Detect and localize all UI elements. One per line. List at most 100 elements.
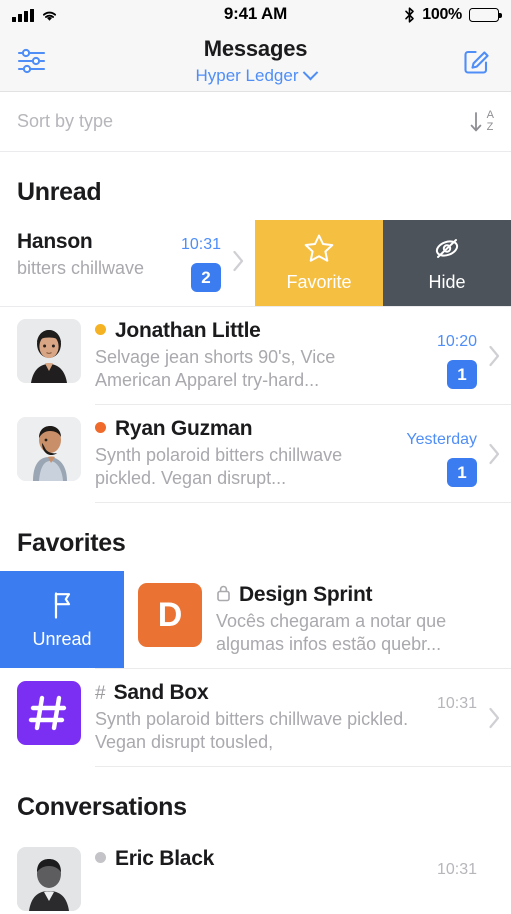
swipe-actions-hanson: Favorite Hide xyxy=(255,220,511,306)
row-content-jonathan[interactable]: Jonathan Little Selvage jean shorts 90's… xyxy=(0,307,511,404)
hash-prefix-icon: # xyxy=(95,683,106,705)
avatar xyxy=(17,847,81,912)
table-row[interactable]: Hanson bitters chillwave 10:31 2 Favorit… xyxy=(0,220,511,306)
timestamp: 10:31 xyxy=(180,236,221,253)
star-outline-icon xyxy=(304,234,334,262)
row-title-line: Design Sprint xyxy=(216,583,501,607)
row-content-sandbox[interactable]: # Sand Box Synth polaroid bitters chillw… xyxy=(0,669,511,766)
section-header-conversations: Conversations xyxy=(17,793,187,822)
row-content-eric[interactable]: Eric Black 10:31 xyxy=(0,835,511,914)
status-bar-clock: 9:41 AM xyxy=(223,4,288,23)
table-row[interactable]: # Sand Box Synth polaroid bitters chillw… xyxy=(0,669,511,767)
battery-full-icon xyxy=(469,8,502,22)
row-title-line: # Sand Box xyxy=(95,681,413,705)
row-meta-hanson: 10:31 2 xyxy=(167,230,221,292)
swipe-action-hide[interactable]: Hide xyxy=(383,220,511,306)
table-row[interactable]: Jonathan Little Selvage jean shorts 90's… xyxy=(0,307,511,405)
chevron-down-icon xyxy=(302,64,318,80)
avatar xyxy=(17,417,81,482)
row-title-line: Ryan Guzman xyxy=(95,417,396,441)
unread-badge: 1 xyxy=(447,360,477,389)
timestamp: 10:31 xyxy=(436,861,477,879)
messages-app-screen: 9:41 AM 100% Messages Hyper Ledger Sort … xyxy=(0,0,511,914)
row-text-jonathan: Jonathan Little Selvage jean shorts 90's… xyxy=(95,319,423,392)
message-snippet: bitters chillwave xyxy=(17,258,145,278)
swipe-action-label: Favorite xyxy=(286,272,352,292)
row-meta-ryan: Yesterday 1 xyxy=(406,417,477,490)
swipe-action-label: Hide xyxy=(428,272,466,292)
avatar-letter: D xyxy=(157,595,183,634)
row-text-eric: Eric Black xyxy=(95,847,423,911)
disclosure-chevron-icon xyxy=(477,681,511,754)
avatar-photo-man-suit xyxy=(17,847,81,912)
filter-sliders-icon xyxy=(17,48,46,73)
disclosure-chevron-icon xyxy=(477,847,511,911)
sort-bar[interactable]: Sort by type A Z xyxy=(0,92,511,152)
unread-badge: 2 xyxy=(191,263,221,292)
row-meta-eric: 10:31 xyxy=(423,847,477,911)
conversation-name: Design Sprint xyxy=(239,583,373,607)
swipe-action-unread[interactable]: Unread xyxy=(0,571,124,669)
status-dot-icon xyxy=(95,852,106,864)
avatar xyxy=(17,319,81,383)
message-snippet: Synth polaroid bitters chillwave pickled… xyxy=(95,445,343,489)
conversation-name: Ryan Guzman xyxy=(115,417,253,441)
compose-button[interactable] xyxy=(459,43,495,79)
avatar-photo-man-dark-shirt xyxy=(17,319,81,383)
conversation-name: Sand Box xyxy=(113,681,209,705)
sort-label-z: Z xyxy=(486,120,494,133)
flag-outline-icon xyxy=(54,592,70,619)
message-snippet: Vocês chegaram a notar que algumas infos… xyxy=(216,611,447,655)
timestamp: 10:31 xyxy=(436,695,477,713)
navigation-bar: Messages Hyper Ledger xyxy=(0,30,511,92)
conversation-name: Eric Black xyxy=(115,847,215,871)
row-meta-jonathan: 10:20 1 xyxy=(423,319,477,392)
status-dot-icon xyxy=(95,324,106,335)
row-content-ryan[interactable]: Ryan Guzman Synth polaroid bitters chill… xyxy=(0,405,511,502)
workspace-selector[interactable]: Hyper Ledger xyxy=(195,64,318,85)
section-header-favorites: Favorites xyxy=(17,529,126,558)
disclosure-chevron-icon xyxy=(477,417,511,490)
table-row[interactable]: Eric Black 10:31 xyxy=(0,835,511,914)
compose-edit-icon xyxy=(464,50,489,74)
disclosure-chevron-icon xyxy=(221,230,255,292)
sort-az-button[interactable]: A Z xyxy=(468,109,494,135)
row-text-sandbox: # Sand Box Synth polaroid bitters chillw… xyxy=(95,681,423,754)
swipe-action-label: Unread xyxy=(32,628,92,649)
unread-badge: 1 xyxy=(447,458,477,488)
sort-placeholder-label: Sort by type xyxy=(17,111,114,131)
hash-icon xyxy=(28,695,67,731)
avatar: D xyxy=(138,583,202,648)
swipe-action-favorite[interactable]: Favorite xyxy=(255,220,383,306)
section-header-unread: Unread xyxy=(17,178,102,206)
sort-az-labels: A Z xyxy=(486,109,494,133)
sort-az-descending-icon xyxy=(470,111,481,131)
table-row[interactable]: Ryan Guzman Synth polaroid bitters chill… xyxy=(0,405,511,503)
row-title-line: Jonathan Little xyxy=(95,319,413,343)
row-content-design-sprint[interactable]: D Design Sprint Vocês chegaram a notar q… xyxy=(124,571,511,668)
lock-icon xyxy=(216,584,231,607)
avatar-photo-man-beard-profile xyxy=(17,417,81,482)
timestamp: Yesterday xyxy=(406,431,477,449)
filter-sliders-button[interactable] xyxy=(16,43,56,79)
status-bar: 9:41 AM 100% xyxy=(0,0,511,30)
eye-slash-icon xyxy=(435,239,459,258)
table-row[interactable]: Unread D Design Sprint Vocês chegaram a … xyxy=(0,571,511,669)
conversation-name: Jonathan Little xyxy=(115,319,261,342)
message-snippet: Selvage jean shorts 90's, Vice American … xyxy=(95,347,336,391)
row-content-hanson[interactable]: Hanson bitters chillwave 10:31 2 xyxy=(0,220,255,306)
row-title-line: Eric Black xyxy=(95,847,413,871)
conversation-name: Hanson xyxy=(17,230,93,253)
avatar xyxy=(17,681,81,746)
workspace-name: Hyper Ledger xyxy=(195,65,299,85)
message-snippet: Synth polaroid bitters chillwave pickled… xyxy=(95,709,409,753)
row-text-hanson: Hanson bitters chillwave xyxy=(0,230,167,292)
timestamp: 10:20 xyxy=(436,333,477,350)
status-dot-icon xyxy=(95,422,106,434)
nav-title-group: Messages Hyper Ledger xyxy=(195,35,318,85)
row-title-line: Hanson xyxy=(17,230,167,254)
row-text-ryan: Ryan Guzman Synth polaroid bitters chill… xyxy=(95,417,406,490)
row-text-design-sprint: Design Sprint Vocês chegaram a notar que… xyxy=(216,583,511,656)
page-title: Messages xyxy=(203,35,308,61)
row-meta-sandbox: 10:31 xyxy=(423,681,477,754)
